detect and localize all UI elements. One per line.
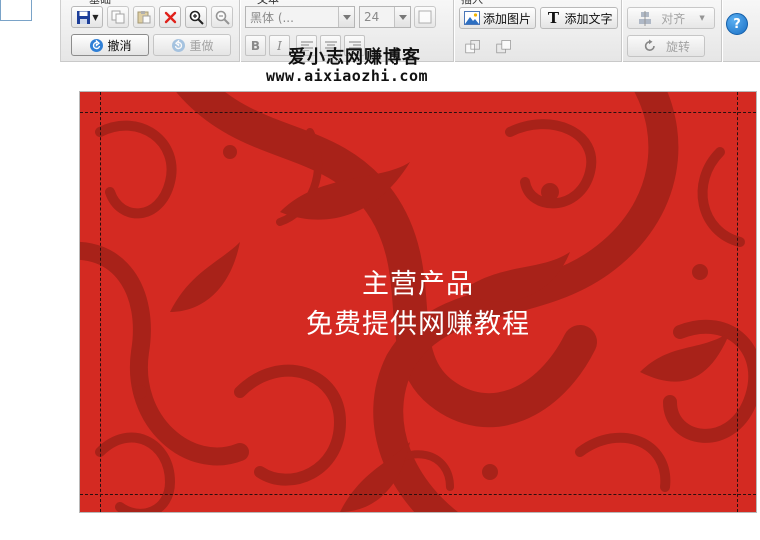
align-dropdown-button[interactable]: 对齐 ▼: [627, 7, 715, 29]
watermark-url: www.aixiaozhi.com: [266, 67, 429, 85]
copy-button[interactable]: [107, 6, 129, 28]
layer-back-icon: [465, 39, 481, 55]
separator: [721, 0, 722, 62]
font-size-value: 24: [364, 10, 380, 24]
left-input-field[interactable]: [0, 0, 32, 21]
image-icon: [463, 10, 480, 26]
card-text-line-2[interactable]: 免费提供网赚教程: [80, 302, 756, 341]
paste-button[interactable]: [133, 6, 155, 28]
guide-line-top: [80, 112, 756, 113]
rotate-icon: [642, 38, 658, 54]
redo-label: 重做: [189, 38, 214, 53]
editor-page: 基础 文本 插入 ▼: [0, 0, 760, 540]
color-swatch-icon: [417, 9, 433, 25]
send-backward-button[interactable]: [461, 36, 485, 58]
bring-forward-button[interactable]: [491, 36, 517, 58]
font-family-select[interactable]: 黑体 (...: [245, 6, 355, 28]
font-size-select[interactable]: 24: [359, 6, 411, 28]
copy-icon: [110, 9, 126, 25]
help-button[interactable]: ?: [726, 13, 748, 35]
delete-icon: [162, 9, 178, 25]
align-objects-icon: [637, 10, 653, 26]
redo-button[interactable]: 重做: [153, 34, 231, 56]
watermark-title: 爱小志网赚博客: [288, 47, 421, 68]
separator: [453, 0, 454, 62]
undo-icon: [88, 37, 104, 53]
align-label: 对齐: [661, 11, 686, 26]
paste-icon: [136, 9, 152, 25]
undo-button[interactable]: 撤消: [71, 34, 149, 56]
bold-button[interactable]: B: [245, 35, 266, 56]
zoom-out-icon: [214, 9, 230, 25]
text-icon: T: [547, 9, 560, 27]
zoom-out-button[interactable]: [211, 6, 233, 28]
add-image-label: 添加图片: [482, 11, 531, 26]
add-text-button[interactable]: T 添加文字: [540, 7, 618, 29]
undo-label: 撤消: [107, 38, 132, 53]
add-image-button[interactable]: 添加图片: [459, 7, 536, 29]
save-button[interactable]: ▼: [71, 6, 103, 28]
chevron-down-icon: [338, 7, 354, 27]
rotate-button[interactable]: 旋转: [627, 35, 705, 57]
redo-icon: [170, 37, 186, 53]
font-family-value: 黑体 (...: [250, 10, 294, 25]
group-label-insert: 插入: [461, 0, 483, 7]
italic-button[interactable]: I: [269, 35, 290, 56]
guide-line-bottom: [80, 494, 756, 495]
font-color-button[interactable]: [414, 6, 436, 28]
card-canvas[interactable]: 主营产品 免费提供网赚教程: [79, 91, 757, 513]
chevron-down-icon: [394, 7, 410, 27]
card-text-line-1[interactable]: 主营产品: [80, 262, 756, 301]
chevron-down-icon: ▼: [699, 14, 705, 22]
layer-front-icon: [496, 39, 512, 55]
delete-button[interactable]: [159, 6, 181, 28]
zoom-in-button[interactable]: [185, 6, 207, 28]
separator: [239, 0, 240, 62]
separator: [621, 0, 622, 62]
save-dropdown-icon: ▼: [92, 12, 99, 22]
zoom-in-icon: [188, 9, 204, 25]
save-icon: [75, 9, 91, 25]
rotate-label: 旋转: [665, 39, 690, 54]
add-text-label: 添加文字: [564, 11, 613, 26]
